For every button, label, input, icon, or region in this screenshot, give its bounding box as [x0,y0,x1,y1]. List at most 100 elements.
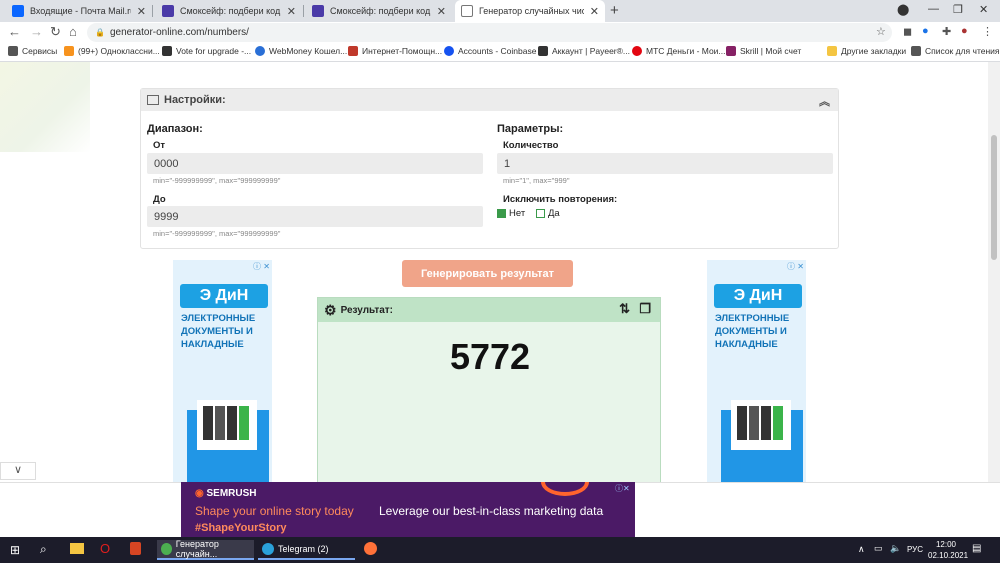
maximize-icon[interactable]: ❐ [953,3,963,16]
smokesafe-favicon-icon [162,5,174,17]
tab-title: Смокcейф: подбери код и полу [330,6,431,16]
ad-info-icon[interactable]: ⓘ ✕ [787,261,804,272]
bookmark-skrill[interactable]: Skrill | Мой счет [726,46,801,56]
taskbar-clock[interactable]: 12:00 02.10.2021 [928,539,969,561]
notifications-icon[interactable]: ▤ [972,543,981,554]
telegram-icon [262,543,274,555]
close-tab-icon[interactable]: ✕ [287,5,296,18]
to-label: До [153,194,166,205]
tab-search-icon[interactable]: ⬤ [897,3,909,16]
bookmark-reading-list[interactable]: Список для чтения [911,46,1000,56]
checkbox-checked-icon[interactable] [497,208,506,218]
to-input[interactable]: 9999 [147,206,483,227]
from-input[interactable]: 0000 [147,153,483,174]
bookmark-payeer[interactable]: Аккаунт | Payeer®... [538,46,630,56]
search-icon[interactable]: ⌕ [40,542,47,557]
menu-icon[interactable]: ⋮ [982,25,993,38]
banner-right-text: Leverage our best-in-class marketing dat… [379,504,604,518]
copy-icon[interactable]: ❐ [639,301,651,317]
tray-chevron-up-icon[interactable]: ∧ [858,544,865,555]
network-icon[interactable]: ▭ [874,543,883,554]
generator-favicon-icon [461,5,473,17]
settings-list-icon [147,95,159,105]
chevron-down-icon[interactable]: ∨ [0,462,36,480]
clock-time: 12:00 [935,540,957,549]
new-tab-button[interactable]: + [610,2,619,19]
clock-date: 02.10.2021 [928,551,969,560]
extension-icon[interactable]: ● [922,25,929,37]
bookmark-services[interactable]: Сервисы [8,46,57,56]
forward-icon[interactable]: → [30,24,43,39]
bookmark-mts[interactable]: МТС Деньги - Мои... [632,46,726,56]
odnoklassniki-icon [64,46,74,56]
language-indicator[interactable]: РУС [907,545,923,554]
ad-info-icon[interactable]: ⓘ ✕ [253,261,270,272]
chrome-icon [161,543,172,555]
close-window-icon[interactable]: ✕ [979,3,988,16]
range-label: Диапазон: [147,123,203,135]
bookmark-odnoklassniki[interactable]: (99+) Одноклассни... [64,46,160,56]
ad-info-icon[interactable]: ⓘ✕ [615,483,630,494]
tab-title: Входящие - Почта Mail.ru [30,6,131,16]
reload-icon[interactable]: ↻ [50,24,61,40]
bookmarks-bar: Сервисы (99+) Одноклассни... Vote for up… [0,43,1000,62]
result-value: 5772 [449,336,531,377]
tab-mail[interactable]: Входящие - Почта Mail.ru ✕ [6,0,152,22]
page-icon [162,46,172,56]
bookmark-other[interactable]: Другие закладки [827,46,906,56]
bookmark-internet-helper[interactable]: Интернет-Помощн... [348,46,442,56]
bookmark-webmoney[interactable]: WebMoney Кошел... [255,46,347,56]
mail-favicon-icon [12,5,24,17]
settings-header[interactable]: Настройки: ︽ [141,89,838,111]
semrush-banner-ad[interactable]: ◉ SEMRUSH Shape your online story today … [181,482,635,537]
option-no[interactable]: Нет [497,208,525,219]
close-tab-icon[interactable]: ✕ [437,5,446,18]
opera-icon[interactable]: O [100,541,110,556]
ad-text: ЭЛЕКТРОННЫЕ ДОКУМЕНТЫ И НАКЛАДНЫЕ [181,313,256,350]
minimize-icon[interactable]: — [928,3,939,15]
address-bar[interactable]: 🔒 generator-online.com/numbers/ [87,23,892,42]
semrush-flame-icon: ◉ [195,488,204,499]
page-content: Настройки: ︽ Диапазон: От 0000 min="-999… [0,62,988,537]
puzzle-icon[interactable]: ✚ [942,25,951,38]
option-yes[interactable]: Да [536,208,560,219]
windows-start-icon[interactable]: ⊞ [10,543,20,557]
banner-arc-decoration [541,482,589,496]
firefox-icon[interactable] [364,542,377,555]
close-tab-icon[interactable]: ✕ [590,5,599,18]
tab-title: Генератор случайных чисел он [479,6,584,16]
reading-list-icon [911,46,921,56]
collapse-chevron-up-icon[interactable]: ︽ [819,93,830,109]
scrollbar-thumb[interactable] [991,135,997,260]
count-input[interactable]: 1 [497,153,833,174]
office-icon[interactable] [130,542,141,555]
volume-icon[interactable]: 🔈 [890,543,901,554]
bookmark-star-icon[interactable]: ☆ [876,25,886,38]
browser-tab-bar: Входящие - Почта Mail.ru ✕ Смокcейф: под… [0,0,1000,22]
close-tab-icon[interactable]: ✕ [137,5,146,18]
generate-button[interactable]: Генерировать результат [402,260,573,287]
background-decoration [0,62,90,152]
avatar[interactable]: ● [961,25,968,37]
tab-smokesafe-2[interactable]: Смокcейф: подбери код и полу ✕ [306,0,452,22]
tab-smokesafe-1[interactable]: Смокcейф: подбери код и полу ✕ [156,0,302,22]
extension-icon[interactable]: ◼ [903,25,912,38]
exclude-label: Исключить повторения: [503,194,618,205]
back-icon[interactable]: ← [8,24,21,39]
page-scrollbar[interactable] [988,62,1000,482]
bookmark-vote[interactable]: Vote for upgrade -... [162,46,251,56]
result-header: ⚙ Результат: ⇅ ❐ [318,298,660,322]
edin-logo: Э ДиН [714,284,802,308]
checkbox-unchecked-icon[interactable] [536,208,545,218]
home-icon[interactable]: ⌂ [69,24,77,39]
file-explorer-icon[interactable] [70,543,84,554]
count-hint: min="1", max="999" [503,176,570,185]
sort-arrows-icon[interactable]: ⇅ [619,301,630,317]
taskbar-app-telegram[interactable]: Telegram (2) [258,540,355,560]
payeer-icon [538,46,548,56]
tab-generator[interactable]: Генератор случайных чисел он ✕ [455,0,605,22]
tab-title: Смокcейф: подбери код и полу [180,6,281,16]
bookmark-coinbase[interactable]: Accounts - Coinbase [444,46,536,56]
taskbar-app-chrome[interactable]: Генератор случайн... [157,539,254,560]
settings-panel: Настройки: ︽ Диапазон: От 0000 min="-999… [140,88,839,249]
